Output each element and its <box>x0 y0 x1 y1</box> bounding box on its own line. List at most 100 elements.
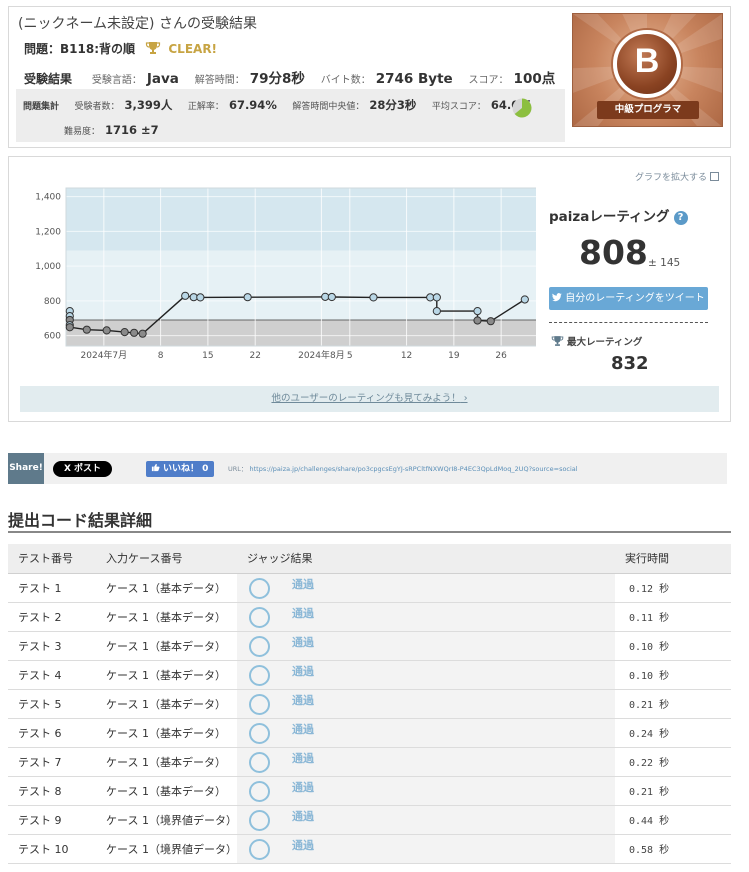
table-row: テスト 1 ケース 1（基本データ） 通過 0.12 秒 <box>8 573 731 603</box>
pass-circle-icon <box>249 693 270 715</box>
rating-point <box>369 293 378 302</box>
table-row: テスト 8 ケース 1（基本データ） 通過 0.21 秒 <box>8 776 731 806</box>
judge-result-label[interactable]: 通過 <box>292 663 314 679</box>
median-value: 28分3秒 <box>369 98 417 112</box>
max-rating-value: 832 <box>611 353 649 374</box>
score-label: スコア： <box>468 75 509 86</box>
pass-circle-icon <box>249 838 270 860</box>
avg-score-label: 平均スコア： <box>431 102 486 112</box>
judge-result-label[interactable]: 通過 <box>292 779 314 795</box>
column-header: ジャッジ結果 <box>237 544 615 574</box>
badge-medal: B <box>613 30 681 98</box>
judge-result-label[interactable]: 通過 <box>292 808 314 824</box>
x-tick-label: 19 <box>448 351 460 361</box>
table-row: テスト 7 ケース 1（基本データ） 通過 0.22 秒 <box>8 747 731 777</box>
trophy-icon <box>551 336 564 346</box>
x-tick-label: 22 <box>249 351 260 361</box>
table-row: テスト 2 ケース 1（基本データ） 通過 0.11 秒 <box>8 602 731 632</box>
judge-result: 通過 <box>237 718 615 748</box>
table-row: テスト 9 ケース 1（境界値データ） 通過 0.44 秒 <box>8 805 731 835</box>
rating-point <box>473 316 482 325</box>
input-case: ケース 1（基本データ） <box>96 573 237 603</box>
input-case: ケース 1（基本データ） <box>96 602 237 632</box>
share-bar: Share! X ポスト いいね！ 0 URL： https://paiza.j… <box>8 453 727 484</box>
table-row: テスト 10 ケース 1（境界値データ） 通過 0.58 秒 <box>8 834 731 864</box>
input-case: ケース 1（基本データ） <box>96 631 237 661</box>
like-button[interactable]: いいね！ 0 <box>146 461 214 477</box>
test-number: テスト 2 <box>8 602 96 632</box>
max-rating-label-row: 最大レーティング <box>551 334 642 348</box>
rating-panel: paizaレーティング? 808 ± 145 自分のレーティングをツイート 最大… <box>549 205 719 374</box>
table-header-row: テスト番号 入力ケース番号 ジャッジ結果 実行時間 <box>8 544 731 574</box>
rating-point <box>321 292 330 301</box>
badge-letter: B <box>634 42 660 80</box>
execution-time: 0.24 秒 <box>615 718 731 748</box>
pass-circle-icon <box>249 577 270 599</box>
x-tick-label: 5 <box>347 351 353 361</box>
table-row: テスト 5 ケース 1（基本データ） 通過 0.21 秒 <box>8 689 731 719</box>
rating-card: グラフを拡大する 600 800 1,000 1,200 1,400 2024年7月 8 15… <box>8 156 731 422</box>
rating-point <box>138 329 147 338</box>
execution-time: 0.21 秒 <box>615 689 731 719</box>
difficulty-row: 難易度： 1716 ±7 <box>64 123 171 137</box>
thumbs-up-icon <box>151 463 160 472</box>
judge-result-label[interactable]: 通過 <box>292 576 314 592</box>
y-tick-label: 1,400 <box>35 193 61 203</box>
execution-time: 0.22 秒 <box>615 747 731 777</box>
execution-time: 0.12 秒 <box>615 573 731 603</box>
rating-point <box>243 293 252 302</box>
judge-result-label[interactable]: 通過 <box>292 634 314 650</box>
others-rating-link[interactable]: 他のユーザーのレーティングも見てみよう！ › <box>20 386 719 412</box>
stats-heading: 問題集計 <box>23 102 60 112</box>
time-label: 解答時間： <box>194 75 245 86</box>
examinees-label: 受験者数： <box>74 102 120 112</box>
test-number: テスト 4 <box>8 660 96 690</box>
rating-point <box>65 323 74 332</box>
rating-error: ± 145 <box>648 257 681 269</box>
y-tick-label: 600 <box>44 332 61 342</box>
judge-result-label[interactable]: 通過 <box>292 750 314 766</box>
input-case: ケース 1（境界値データ） <box>96 805 237 835</box>
test-number: テスト 1 <box>8 573 96 603</box>
avg-score-pie-icon <box>512 98 532 118</box>
rating-point <box>327 292 336 302</box>
language-label: 受験言語： <box>91 75 142 86</box>
results-table: テスト番号 入力ケース番号 ジャッジ結果 実行時間 テスト 1 ケース 1（基本デ… <box>8 544 731 864</box>
y-tick-label: 1,000 <box>35 262 61 272</box>
details-divider <box>8 531 731 533</box>
judge-result-label[interactable]: 通過 <box>292 692 314 708</box>
x-tick-label: 2024年7月 <box>81 349 128 361</box>
x-post-button[interactable]: X ポスト <box>53 461 112 477</box>
rating-point <box>432 293 441 302</box>
score-value: 100点 <box>513 71 556 87</box>
result-heading: 受験結果 <box>24 72 73 86</box>
judge-result-label[interactable]: 通過 <box>292 605 314 621</box>
rating-point <box>181 291 190 300</box>
judge-result-label[interactable]: 通過 <box>292 721 314 737</box>
external-link-icon <box>710 172 719 181</box>
judge-result: 通過 <box>237 776 615 806</box>
rating-point <box>82 325 91 334</box>
tweet-rating-button[interactable]: 自分のレーティングをツイート <box>549 287 708 310</box>
examinees-value: 3,399人 <box>124 98 173 112</box>
expand-graph-link[interactable]: グラフを拡大する <box>635 170 719 183</box>
share-tag: Share! <box>8 453 44 484</box>
test-number: テスト 6 <box>8 718 96 748</box>
execution-time: 0.21 秒 <box>615 776 731 806</box>
page-title: (ニックネーム未設定) さんの受験結果 <box>18 16 257 32</box>
help-icon[interactable]: ? <box>673 211 688 225</box>
pass-circle-icon <box>249 606 270 628</box>
x-tick-label: 8 <box>158 351 164 361</box>
rating-point <box>196 293 205 302</box>
column-header: 実行時間 <box>615 544 731 574</box>
judge-result-label[interactable]: 通過 <box>292 837 314 853</box>
pass-circle-icon <box>249 809 270 831</box>
table-row: テスト 6 ケース 1（基本データ） 通過 0.24 秒 <box>8 718 731 748</box>
like-label: いいね！ 0 <box>163 464 209 474</box>
clear-status: CLEAR! <box>168 42 218 56</box>
x-tick-label: 26 <box>495 351 507 361</box>
share-url-link[interactable]: https://paiza.jp/challenges/share/po3cpg… <box>249 465 577 473</box>
twitter-bird-icon <box>552 293 563 302</box>
rating-point <box>120 328 129 337</box>
x-tick-label: 15 <box>202 351 213 361</box>
